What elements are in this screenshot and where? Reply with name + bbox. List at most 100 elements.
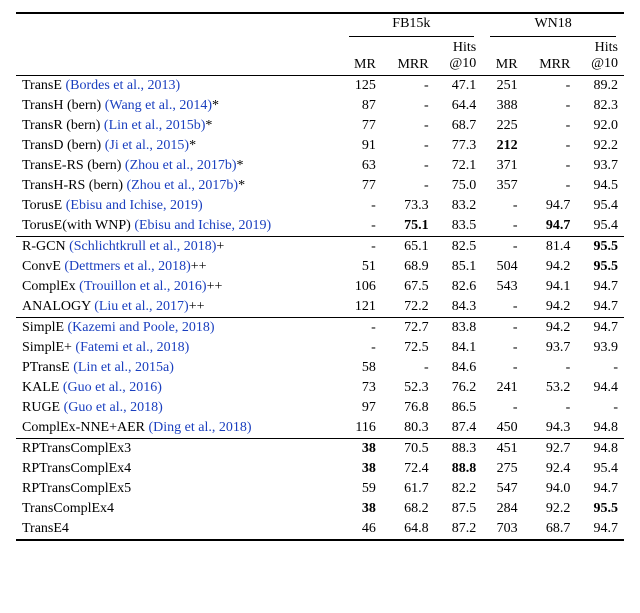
table-cell: -	[482, 237, 523, 258]
citation: (Trouillon et al., 2016)	[79, 279, 206, 294]
table-cell: 87.5	[435, 499, 483, 519]
table-cell: 87.4	[435, 418, 483, 439]
table-cell: 38	[341, 439, 382, 460]
header-hits-fb-top: Hits	[435, 39, 483, 55]
table-cell: 94.7	[524, 196, 577, 216]
table-cell: -	[482, 318, 523, 339]
table-cell: 87.2	[435, 519, 483, 540]
table-cell: 275	[482, 459, 523, 479]
citation: (Zhou et al., 2017b)	[125, 158, 237, 173]
table-cell: -	[482, 216, 523, 237]
table-row: ConvE (Dettmers et al., 2018)++5168.985.…	[16, 257, 624, 277]
method-cell: TransE (Bordes et al., 2013)	[16, 76, 341, 97]
table-row: RPTransComplEx43872.488.827592.495.4	[16, 459, 624, 479]
table-cell: 225	[482, 116, 523, 136]
table-cell: 77	[341, 176, 382, 196]
method-cell: RPTransComplEx3	[16, 439, 341, 460]
table-cell: 76.2	[435, 378, 483, 398]
table-cell: 77	[341, 116, 382, 136]
header-hits-fb-bot: @10	[435, 55, 483, 76]
table-cell: -	[382, 358, 435, 378]
table-cell: 504	[482, 257, 523, 277]
table-cell: 89.2	[576, 76, 624, 97]
table-cell: 93.7	[576, 156, 624, 176]
table-cell: -	[341, 196, 382, 216]
header-mrr-wn: MRR	[524, 55, 577, 76]
citation: (Liu et al., 2017)	[94, 299, 188, 314]
table-cell: 91	[341, 136, 382, 156]
table-cell: -	[482, 358, 523, 378]
table-cell: 450	[482, 418, 523, 439]
table-cell: 94.7	[576, 318, 624, 339]
table-cell: -	[576, 398, 624, 418]
table-cell: 94.2	[524, 257, 577, 277]
table-row: ComplEx-NNE+AER (Ding et al., 2018)11680…	[16, 418, 624, 439]
header-mr-fb: MR	[341, 55, 382, 76]
table-cell: 75.1	[382, 216, 435, 237]
table-cell: 547	[482, 479, 523, 499]
table-cell: -	[382, 176, 435, 196]
table-cell: 38	[341, 459, 382, 479]
table-cell: -	[524, 358, 577, 378]
table-row: ComplEx (Trouillon et al., 2016)++10667.…	[16, 277, 624, 297]
table-cell: 52.3	[382, 378, 435, 398]
method-cell: TransE-RS (bern) (Zhou et al., 2017b)*	[16, 156, 341, 176]
method-cell: TransR (bern) (Lin et al., 2015b)*	[16, 116, 341, 136]
table-cell: -	[382, 76, 435, 97]
table-cell: 93.9	[576, 338, 624, 358]
table-cell: 81.4	[524, 237, 577, 258]
table-cell: 94.5	[576, 176, 624, 196]
method-cell: R-GCN (Schlichtkrull et al., 2018)+	[16, 237, 341, 258]
citation: (Lin et al., 2015a)	[73, 360, 174, 375]
method-cell: ComplEx (Trouillon et al., 2016)++	[16, 277, 341, 297]
table-cell: 703	[482, 519, 523, 540]
table-cell: 94.7	[576, 277, 624, 297]
citation: (Lin et al., 2015b)	[104, 118, 205, 133]
table-cell: 94.2	[524, 318, 577, 339]
table-cell: -	[382, 116, 435, 136]
table-cell: 73.3	[382, 196, 435, 216]
table-row: TransH (bern) (Wang et al., 2014)*87-64.…	[16, 96, 624, 116]
table-cell: 116	[341, 418, 382, 439]
table-cell: 212	[482, 136, 523, 156]
table-cell: 73	[341, 378, 382, 398]
method-cell: RUGE (Guo et al., 2018)	[16, 398, 341, 418]
table-row: TransE44664.887.270368.794.7	[16, 519, 624, 540]
table-cell: 59	[341, 479, 382, 499]
table-row: SimplE+ (Fatemi et al., 2018)-72.584.1-9…	[16, 338, 624, 358]
table-cell: 94.0	[524, 479, 577, 499]
table-cell: 106	[341, 277, 382, 297]
table-row: PTransE (Lin et al., 2015a)58-84.6---	[16, 358, 624, 378]
table-cell: 58	[341, 358, 382, 378]
table-cell: 371	[482, 156, 523, 176]
table-cell: 72.5	[382, 338, 435, 358]
header-mr-wn: MR	[482, 55, 523, 76]
table-cell: -	[524, 96, 577, 116]
table-cell: -	[524, 176, 577, 196]
table-cell: 95.4	[576, 459, 624, 479]
citation: (Schlichtkrull et al., 2018)	[69, 239, 216, 254]
table-row: TransH-RS (bern) (Zhou et al., 2017b)*77…	[16, 176, 624, 196]
table-cell: 95.4	[576, 216, 624, 237]
table-cell: 543	[482, 277, 523, 297]
table-cell: 94.4	[576, 378, 624, 398]
table-cell: 64.8	[382, 519, 435, 540]
header-fb15k: FB15k	[341, 13, 483, 34]
method-cell: PTransE (Lin et al., 2015a)	[16, 358, 341, 378]
citation: (Bordes et al., 2013)	[65, 78, 180, 93]
table-cell: -	[341, 216, 382, 237]
method-cell: RPTransComplEx4	[16, 459, 341, 479]
table-row: ANALOGY (Liu et al., 2017)++12172.284.3-…	[16, 297, 624, 318]
table-cell: 92.7	[524, 439, 577, 460]
table-cell: 95.5	[576, 499, 624, 519]
table-cell: 94.1	[524, 277, 577, 297]
method-cell: TransH (bern) (Wang et al., 2014)*	[16, 96, 341, 116]
method-cell: TorusE (Ebisu and Ichise, 2019)	[16, 196, 341, 216]
table-cell: 61.7	[382, 479, 435, 499]
table-cell: 357	[482, 176, 523, 196]
table-cell: 451	[482, 439, 523, 460]
table-cell: 83.2	[435, 196, 483, 216]
table-row: RPTransComplEx55961.782.254794.094.7	[16, 479, 624, 499]
table-cell: 88.8	[435, 459, 483, 479]
table-row: KALE (Guo et al., 2016)7352.376.224153.2…	[16, 378, 624, 398]
